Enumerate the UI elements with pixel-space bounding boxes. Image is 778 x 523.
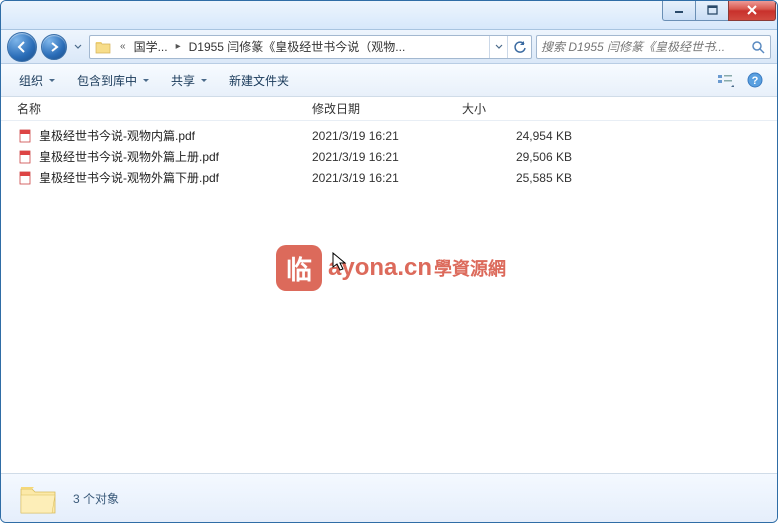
file-date: 2021/3/19 16:21 xyxy=(312,150,462,164)
close-icon xyxy=(746,5,758,15)
file-name: 皇极经世书今说-观物外篇下册.pdf xyxy=(39,169,312,186)
column-header-name[interactable]: 名称 xyxy=(17,100,312,117)
minimize-icon xyxy=(674,5,684,15)
nav-history-dropdown[interactable] xyxy=(71,44,85,50)
organize-button[interactable]: 组织 xyxy=(11,68,63,93)
file-row[interactable]: 皇极经世书今说-观物内篇.pdf 2021/3/19 16:21 24,954 … xyxy=(17,125,777,146)
help-button[interactable]: ? xyxy=(743,68,767,92)
pdf-icon xyxy=(17,149,33,165)
content-area: 名称 修改日期 大小 皇极经世书今说-观物内篇.pdf 2021/3/19 16… xyxy=(1,97,777,473)
chevron-down-icon xyxy=(495,44,503,50)
file-name: 皇极经世书今说-观物外篇上册.pdf xyxy=(39,148,312,165)
search-box[interactable] xyxy=(536,35,771,59)
new-folder-button[interactable]: 新建文件夹 xyxy=(221,68,297,93)
file-size: 29,506 KB xyxy=(462,150,572,164)
file-date: 2021/3/19 16:21 xyxy=(312,129,462,143)
file-list: 皇极经世书今说-观物内篇.pdf 2021/3/19 16:21 24,954 … xyxy=(1,121,777,473)
address-bar[interactable]: « 国学... ▸ D1955 闫修篆《皇极经世书今说（观物... xyxy=(89,35,532,59)
nav-bar: « 国学... ▸ D1955 闫修篆《皇极经世书今说（观物... xyxy=(1,30,777,64)
breadcrumb[interactable]: « 国学... ▸ D1955 闫修篆《皇极经世书今说（观物... xyxy=(116,38,489,55)
file-size: 25,585 KB xyxy=(462,171,572,185)
svg-text:?: ? xyxy=(752,75,759,87)
maximize-icon xyxy=(707,5,718,15)
file-row[interactable]: 皇极经世书今说-观物外篇下册.pdf 2021/3/19 16:21 25,58… xyxy=(17,167,777,188)
refresh-icon xyxy=(513,40,527,54)
column-header-modified[interactable]: 修改日期 xyxy=(312,100,462,117)
forward-button[interactable] xyxy=(41,34,67,60)
breadcrumb-segment[interactable]: 国学... xyxy=(132,38,170,55)
breadcrumb-segment[interactable]: D1955 闫修篆《皇极经世书今说（观物... xyxy=(187,38,408,55)
caption-buttons xyxy=(662,0,776,21)
back-button[interactable] xyxy=(7,32,37,62)
address-dropdown[interactable] xyxy=(489,36,507,58)
help-icon: ? xyxy=(747,72,763,88)
refresh-button[interactable] xyxy=(507,36,531,58)
forward-arrow-icon xyxy=(47,40,61,54)
toolbar: 组织 包含到库中 共享 新建文件夹 ? xyxy=(1,64,777,97)
file-date: 2021/3/19 16:21 xyxy=(312,171,462,185)
view-icon xyxy=(716,72,734,88)
pdf-icon xyxy=(17,170,33,186)
include-library-button[interactable]: 包含到库中 xyxy=(69,68,157,93)
file-size: 24,954 KB xyxy=(462,129,572,143)
maximize-button[interactable] xyxy=(695,0,728,21)
pdf-icon xyxy=(17,128,33,144)
status-text: 3 个对象 xyxy=(73,490,119,507)
search-input[interactable] xyxy=(541,40,750,54)
minimize-button[interactable] xyxy=(662,0,695,21)
column-headers: 名称 修改日期 大小 xyxy=(1,97,777,121)
back-arrow-icon xyxy=(14,39,30,55)
status-bar: 3 个对象 xyxy=(1,473,777,522)
view-options-button[interactable] xyxy=(713,68,737,92)
file-row[interactable]: 皇极经世书今说-观物外篇上册.pdf 2021/3/19 16:21 29,50… xyxy=(17,146,777,167)
chevron-right-icon: ▸ xyxy=(172,41,185,52)
chevron-down-icon xyxy=(74,44,82,50)
search-icon[interactable] xyxy=(750,40,766,54)
folder-icon xyxy=(93,37,113,57)
close-button[interactable] xyxy=(728,0,776,21)
title-bar xyxy=(1,1,777,30)
explorer-window: « 国学... ▸ D1955 闫修篆《皇极经世书今说（观物... 组织 包含到… xyxy=(0,0,778,523)
column-header-size[interactable]: 大小 xyxy=(462,100,582,117)
folder-large-icon xyxy=(17,480,59,516)
share-button[interactable]: 共享 xyxy=(163,68,215,93)
chevron-left-icon: « xyxy=(116,41,130,52)
file-name: 皇极经世书今说-观物内篇.pdf xyxy=(39,127,312,144)
